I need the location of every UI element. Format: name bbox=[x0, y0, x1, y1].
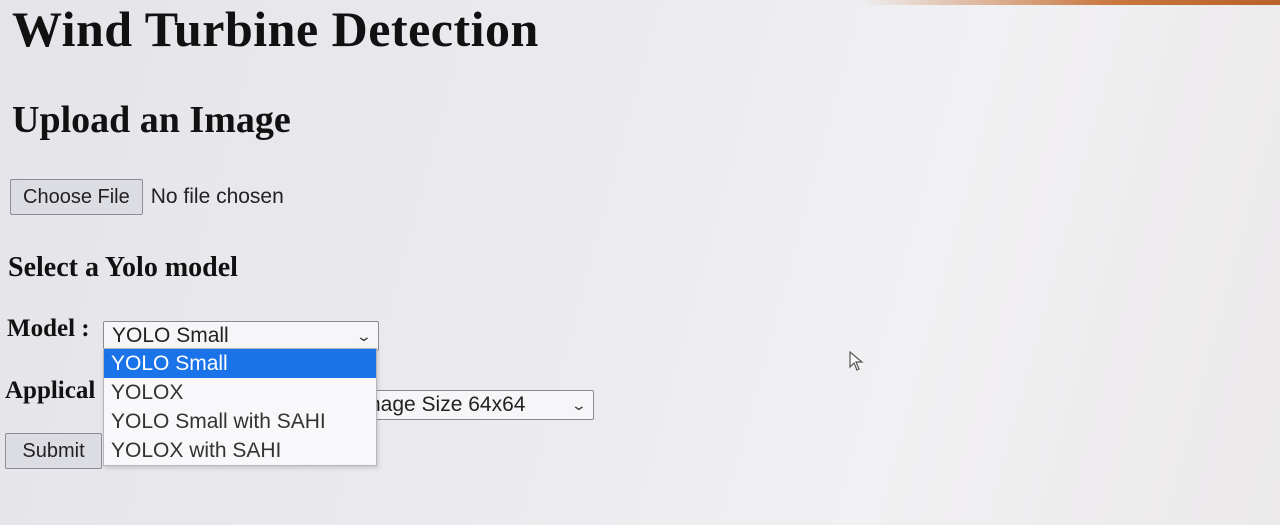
model-option-yolo-small-sahi[interactable]: YOLO Small with SAHI bbox=[104, 407, 376, 436]
choose-file-button[interactable]: Choose File bbox=[10, 179, 143, 215]
model-select[interactable]: YOLO Small ⌄ bbox=[103, 321, 379, 351]
application-label: Applical bbox=[5, 377, 96, 404]
submit-button[interactable]: Submit bbox=[5, 433, 102, 469]
file-status-text: No file chosen bbox=[150, 185, 284, 208]
model-dropdown-list: YOLO Small YOLOX YOLO Small with SAHI YO… bbox=[103, 348, 377, 466]
application-select[interactable]: nage Size 64x64 ⌄ bbox=[360, 390, 594, 420]
file-upload-row: Choose File No file chosen bbox=[10, 179, 284, 215]
application-select-value: nage Size 64x64 bbox=[369, 393, 526, 416]
chevron-down-icon: ⌄ bbox=[570, 396, 588, 413]
upload-heading: Upload an Image bbox=[12, 99, 291, 141]
model-option-yolox[interactable]: YOLOX bbox=[104, 378, 376, 407]
page-title: Wind Turbine Detection bbox=[12, 1, 539, 57]
mouse-pointer-icon bbox=[849, 351, 864, 371]
model-option-yolox-sahi[interactable]: YOLOX with SAHI bbox=[104, 436, 376, 465]
model-section-heading: Select a Yolo model bbox=[8, 252, 238, 283]
top-edge-accent bbox=[860, 0, 1280, 5]
model-select-value: YOLO Small bbox=[112, 324, 229, 347]
chevron-down-icon: ⌄ bbox=[355, 327, 373, 344]
model-option-yolo-small[interactable]: YOLO Small bbox=[104, 349, 376, 378]
model-label: Model : bbox=[7, 315, 90, 342]
